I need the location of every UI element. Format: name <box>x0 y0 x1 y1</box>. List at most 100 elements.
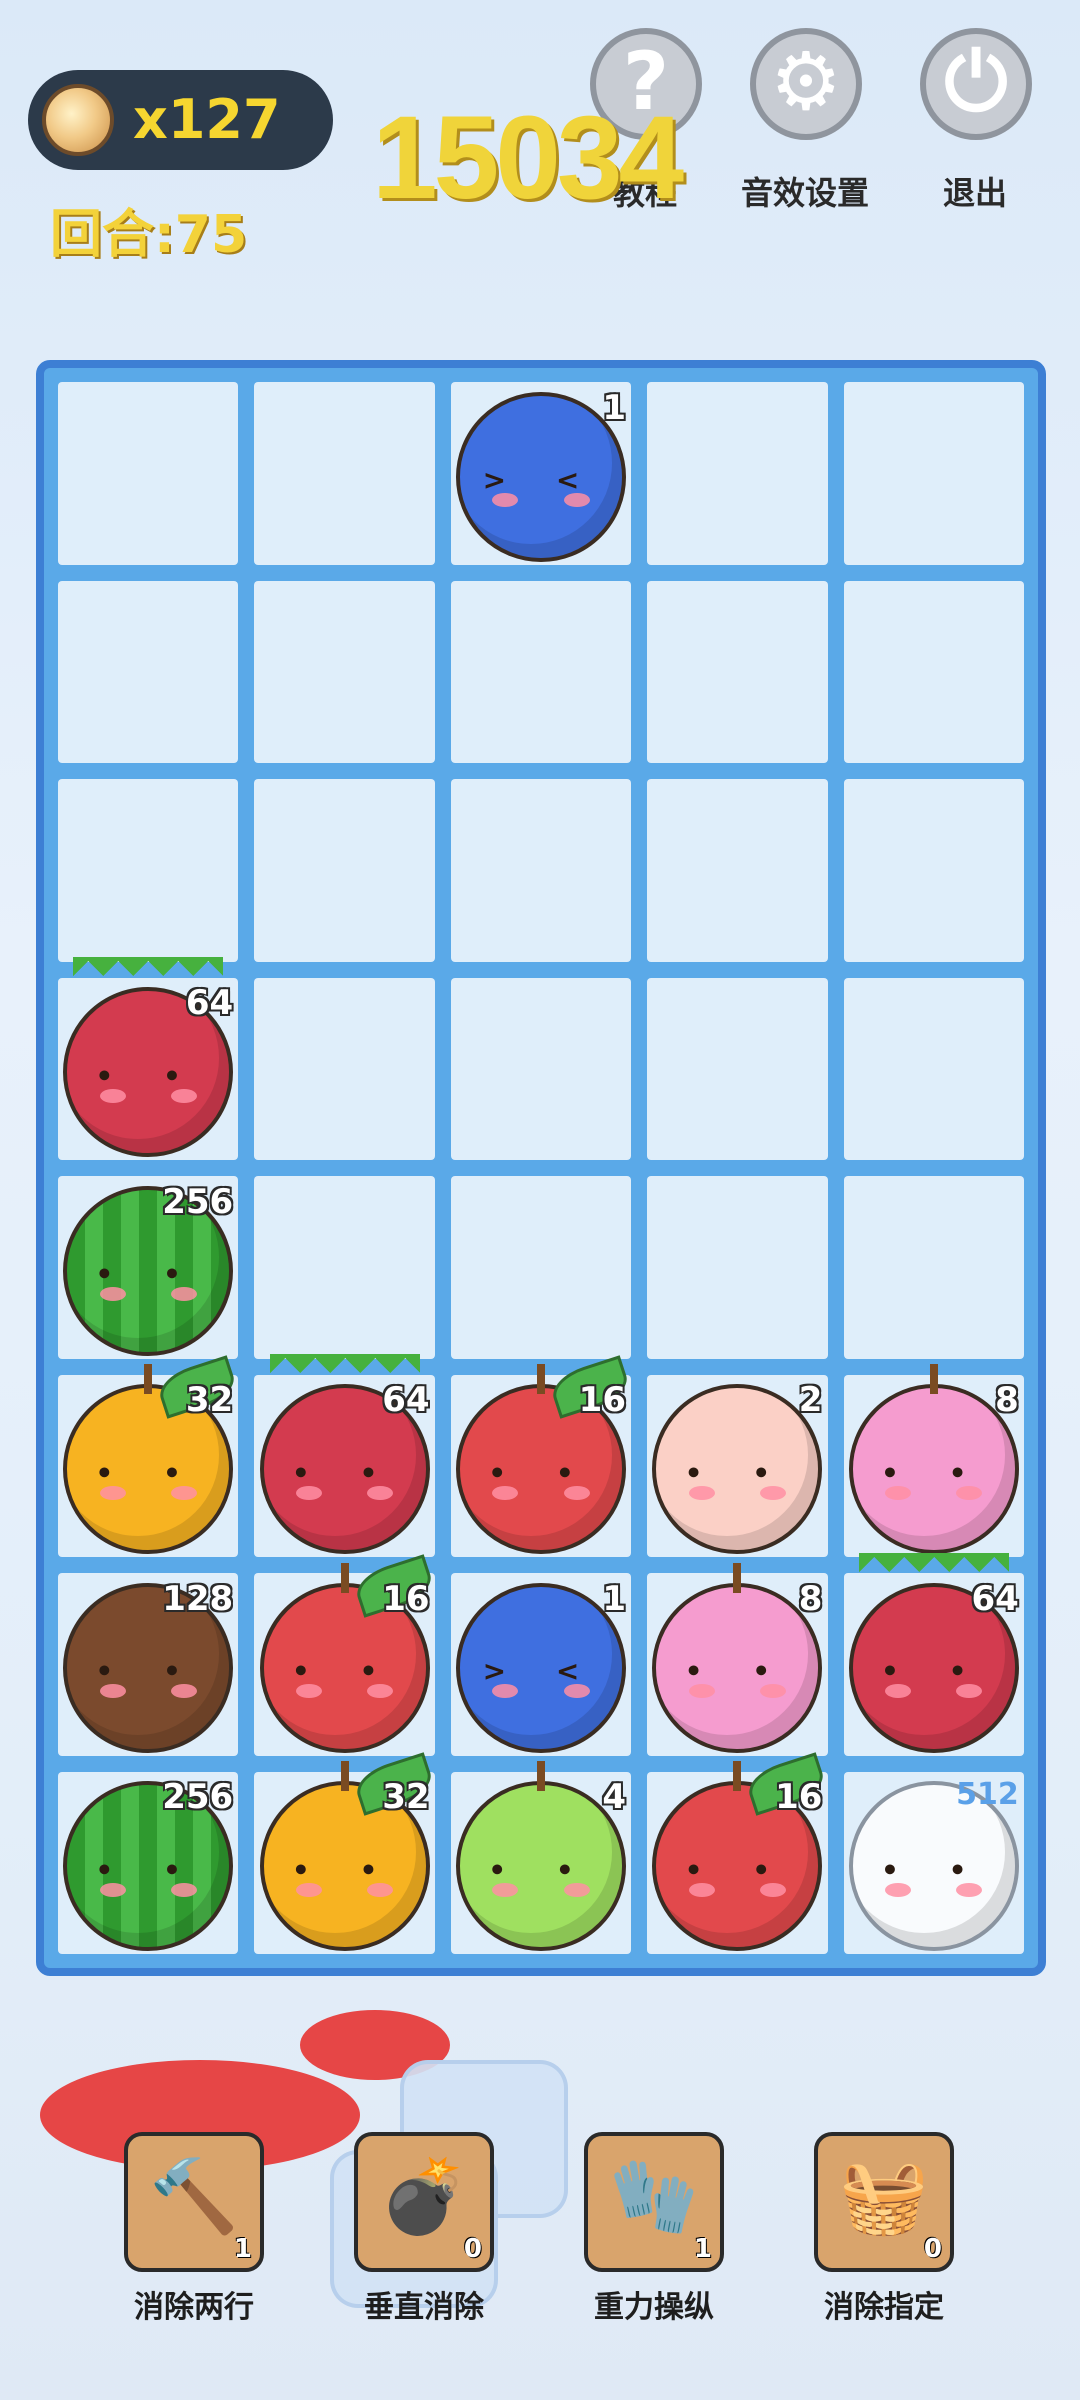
board-cell[interactable] <box>450 977 632 1160</box>
board-cell[interactable]: • • 512 <box>843 1771 1024 1954</box>
board-cell[interactable]: • • 64 <box>254 1354 435 1557</box>
board-cell[interactable] <box>843 779 1024 962</box>
board-cell[interactable]: • • 64 <box>58 957 239 1160</box>
apple-fruit[interactable]: • • 16 <box>259 1554 437 1753</box>
tool-count: 1 <box>233 2234 252 2264</box>
peach-fruit[interactable]: • • 2 <box>652 1380 823 1555</box>
vertical-clear-tool[interactable]: 💣 0 垂直消除 <box>354 2132 494 2326</box>
fruit-value: 8 <box>798 1578 823 1619</box>
board-cell[interactable]: • • 4 <box>450 1761 632 1954</box>
fruit-value: 1 <box>602 387 626 428</box>
fruit-value: 4 <box>602 1777 626 1818</box>
coconut-fruit[interactable]: • • 128 <box>63 1579 234 1753</box>
fruit-face: • • <box>684 1456 791 1490</box>
board-cell[interactable]: • • 32 <box>254 1752 437 1954</box>
fruit-cheeks <box>492 1684 590 1699</box>
board-cell[interactable] <box>58 779 239 962</box>
orange-fruit[interactable]: • • 32 <box>63 1355 240 1555</box>
apple-fruit[interactable]: • • 16 <box>455 1355 633 1555</box>
board-cell[interactable]: • • 16 <box>647 1752 830 1954</box>
board-cell[interactable] <box>450 580 632 763</box>
board-cell[interactable]: • • 32 <box>58 1355 240 1557</box>
fruit-face: • • <box>291 1853 398 1887</box>
board-cell[interactable] <box>58 580 239 763</box>
fruit-cheeks <box>99 1088 198 1103</box>
board-cell[interactable] <box>647 977 828 1160</box>
round-counter: 回合:75 <box>50 205 248 265</box>
mangosteen-fruit[interactable]: • • 8 <box>848 1364 1019 1555</box>
exit-button[interactable]: ⏻ 退出 <box>910 28 1040 212</box>
watermelon-fruit[interactable]: • • 256 <box>63 1182 234 1356</box>
board-cell[interactable] <box>58 382 239 565</box>
fruit-stem <box>733 1761 742 1792</box>
board-cell[interactable] <box>450 779 632 962</box>
fruit-cheeks <box>99 1287 198 1302</box>
basket-icon: 🧺 <box>839 2154 929 2238</box>
board-cell[interactable] <box>254 382 435 565</box>
blueberry-fruit[interactable]: > < 1 <box>455 388 626 562</box>
board-cell[interactable] <box>254 1176 435 1359</box>
board-cell[interactable] <box>843 977 1024 1160</box>
tool-box[interactable]: 🧺 0 <box>814 2132 954 2272</box>
board-cell[interactable]: • • 64 <box>843 1552 1024 1756</box>
board-cell[interactable] <box>843 382 1024 565</box>
sound-settings-button[interactable]: ⚙ 音效设置 <box>740 28 870 212</box>
board-cell[interactable]: • • 256 <box>58 1176 239 1359</box>
tool-label: 重力操纵 <box>594 2290 714 2325</box>
fruit-cheeks <box>295 1684 394 1699</box>
board-cell[interactable]: • • 8 <box>843 1364 1024 1557</box>
board-cell[interactable] <box>450 1176 632 1359</box>
board-cell[interactable]: > < 1 <box>450 382 632 565</box>
tool-box[interactable]: 🔨 1 <box>124 2132 264 2272</box>
board-cell[interactable]: • • 16 <box>450 1355 633 1557</box>
fruit-face: • • <box>95 1257 201 1291</box>
clear-specific-tool[interactable]: 🧺 0 消除指定 <box>814 2132 954 2326</box>
board-cell[interactable]: > < 1 <box>450 1573 632 1756</box>
board-cell[interactable]: • • 8 <box>647 1562 828 1756</box>
fruit-cheeks <box>492 493 590 508</box>
fruit-face: • • <box>881 1654 987 1688</box>
board-cell[interactable]: • • 16 <box>254 1554 437 1756</box>
tool-label: 消除两行 <box>134 2290 254 2325</box>
clear-two-rows-tool[interactable]: 🔨 1 消除两行 <box>124 2132 264 2326</box>
fruit-stem <box>340 1761 349 1792</box>
dragon-fruit[interactable]: • • 64 <box>63 957 234 1158</box>
coin-icon <box>42 84 114 156</box>
board-cell[interactable]: • • 256 <box>58 1771 239 1954</box>
fruit-cheeks <box>492 1882 590 1897</box>
board-cell[interactable] <box>843 580 1024 763</box>
greenapple-fruit[interactable]: • • 4 <box>455 1761 626 1952</box>
fruit-face: • • <box>488 1456 594 1490</box>
tool-box[interactable]: 💣 0 <box>354 2132 494 2272</box>
watermelon-fruit[interactable]: • • 256 <box>63 1777 234 1952</box>
fruit-value: 512 <box>956 1777 1019 1813</box>
board-cell[interactable] <box>254 779 435 962</box>
tool-count: 0 <box>923 2234 942 2264</box>
board-cell[interactable] <box>843 1176 1024 1359</box>
apple-fruit[interactable]: • • 16 <box>652 1752 830 1952</box>
board-cell[interactable] <box>647 779 828 962</box>
gravity-control-tool[interactable]: 🧤 1 重力操纵 <box>584 2132 724 2326</box>
fruit-cheeks <box>99 1485 198 1500</box>
board-cell[interactable]: • • 128 <box>58 1573 239 1756</box>
glove-icon: 🧤 <box>609 2154 699 2238</box>
board-cell[interactable] <box>254 977 435 1160</box>
fruit-face: • • <box>684 1654 791 1688</box>
fruit-cheeks <box>688 1684 787 1699</box>
mangosteen-fruit[interactable]: • • 8 <box>652 1562 823 1753</box>
board-cell[interactable] <box>647 580 828 763</box>
board-cell[interactable] <box>254 580 435 763</box>
board-cell[interactable] <box>647 1176 828 1359</box>
orange-fruit[interactable]: • • 32 <box>259 1752 437 1952</box>
tool-box[interactable]: 🧤 1 <box>584 2132 724 2272</box>
blueberry-fruit[interactable]: > < 1 <box>455 1579 626 1753</box>
fruit-face: • • <box>291 1456 398 1490</box>
fruit-cheeks <box>688 1882 787 1897</box>
board-cell[interactable]: • • 2 <box>647 1374 828 1557</box>
board-cell[interactable] <box>647 382 828 565</box>
fruit-value: 256 <box>162 1181 234 1222</box>
dragon-fruit[interactable]: • • 64 <box>259 1354 430 1555</box>
fruit-stem <box>144 1364 153 1395</box>
dragon-fruit[interactable]: • • 64 <box>848 1552 1019 1753</box>
white-fruit[interactable]: • • 512 <box>848 1777 1019 1952</box>
